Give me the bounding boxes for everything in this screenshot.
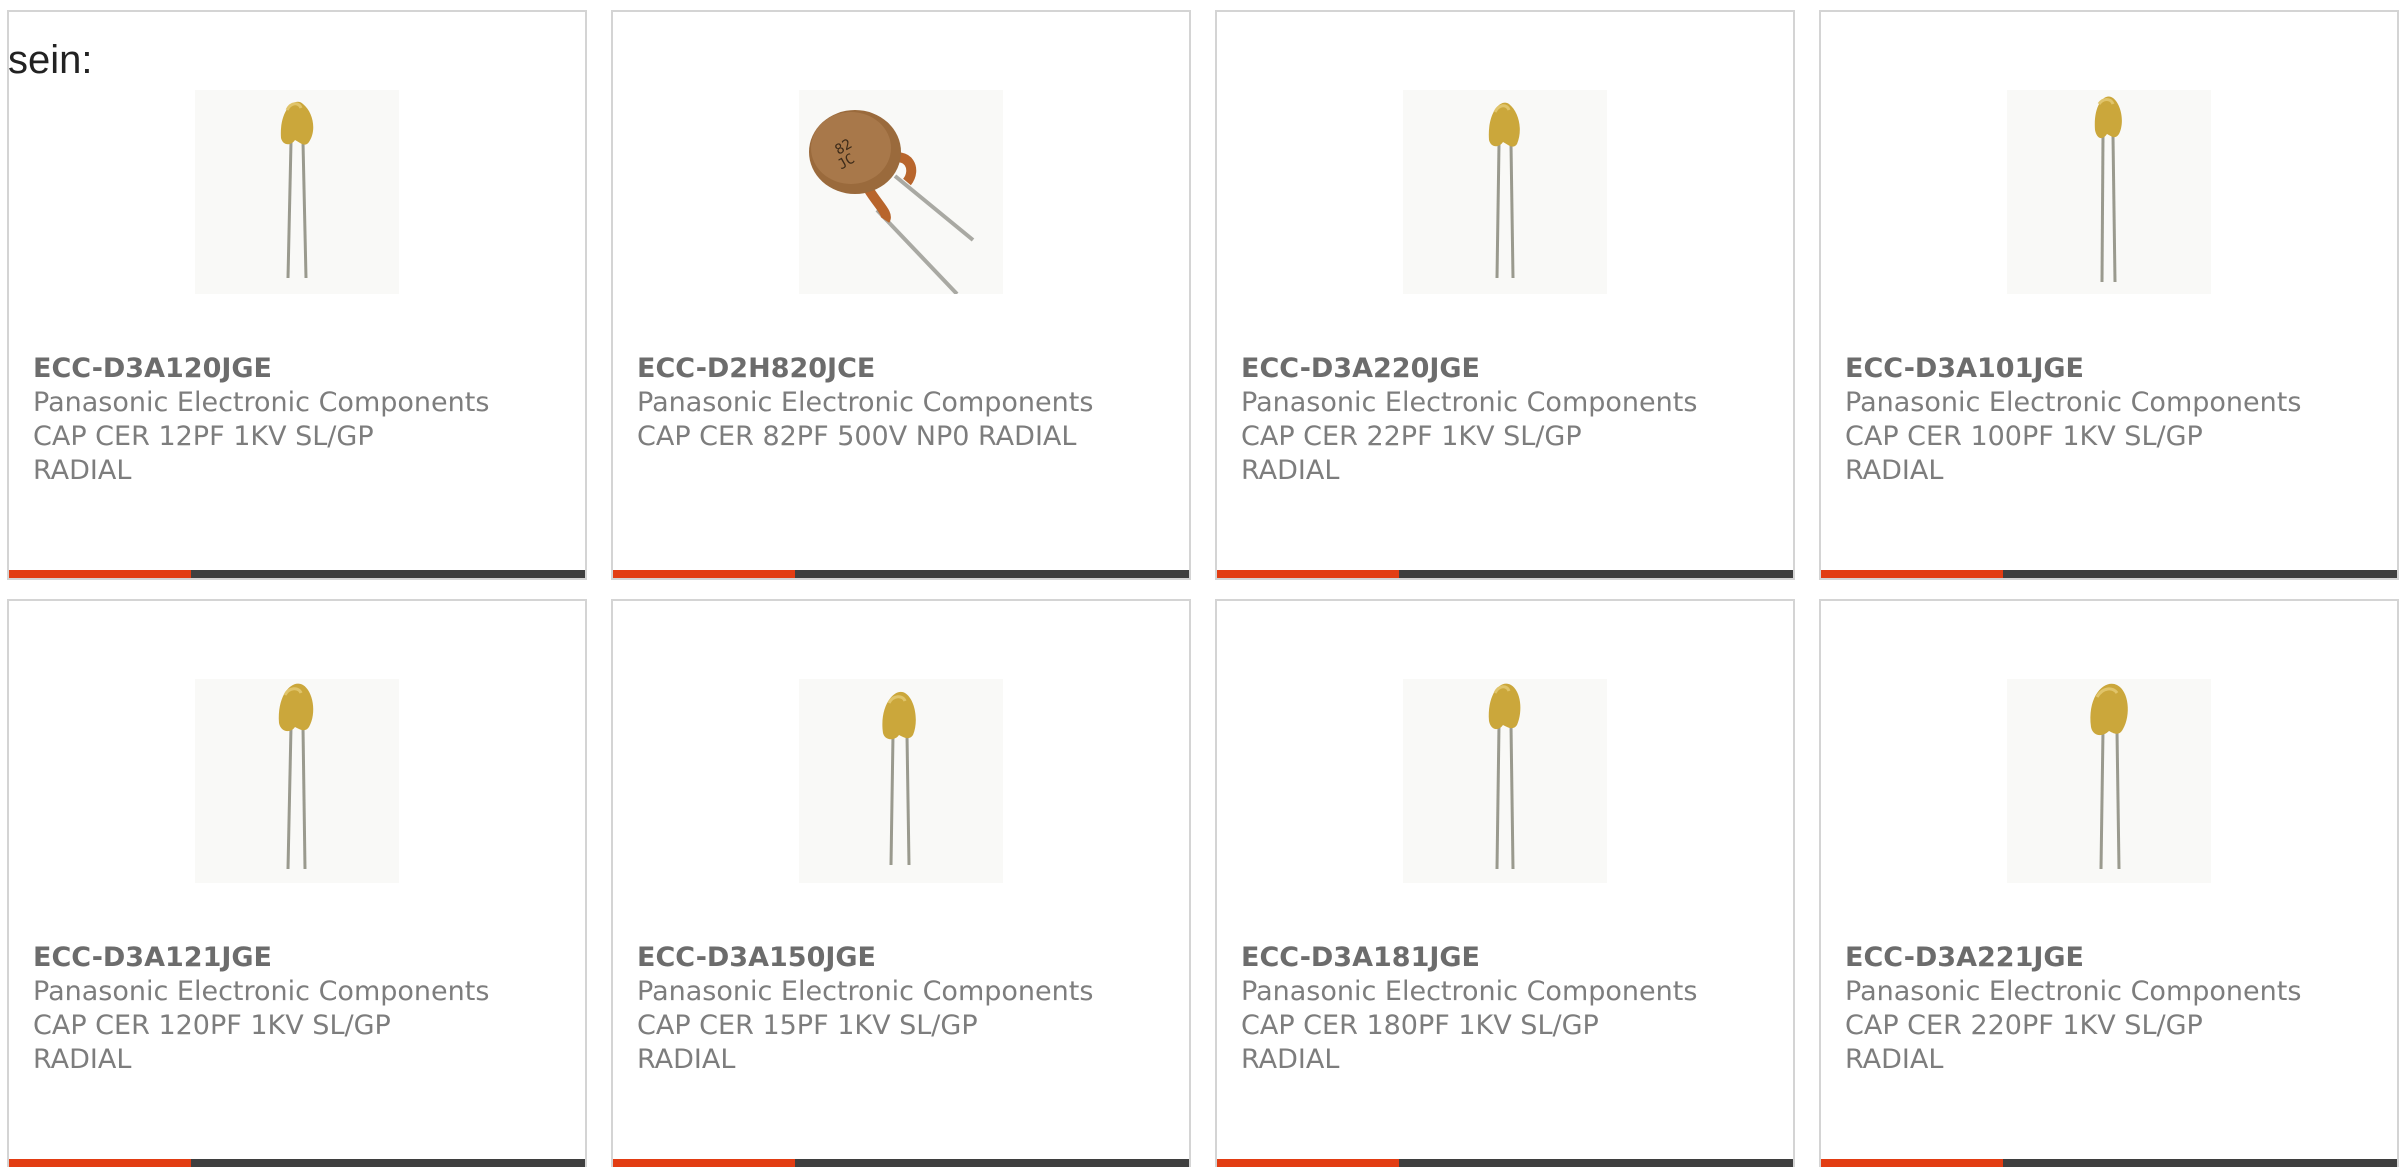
ceramic-capacitor-small-icon[interactable]: [195, 90, 399, 294]
part-number-link[interactable]: ECC-D3A121JGE: [33, 941, 565, 975]
description-line: CAP CER 15PF 1KV SL/GP: [637, 1010, 978, 1041]
card-bottom-bar: [613, 1159, 1189, 1167]
description-line: CAP CER 12PF 1KV SL/GP: [33, 421, 374, 452]
description-line: RADIAL: [33, 1044, 132, 1075]
product-info: ECC-D3A101JGE Panasonic Electronic Compo…: [1845, 352, 2377, 488]
product-info: ECC-D3A220JGE Panasonic Electronic Compo…: [1241, 352, 1773, 488]
card-bottom-bar: [1217, 1159, 1793, 1167]
manufacturer: Panasonic Electronic Components: [1241, 387, 1698, 418]
product-grid-page: sein: ECC-D3A120JGE Panasonic Electronic…: [0, 0, 2400, 1167]
card-accent-bar: [9, 1159, 191, 1167]
product-card[interactable]: ECC-D3A150JGE Panasonic Electronic Compo…: [611, 599, 1191, 1167]
part-number-link[interactable]: ECC-D3A220JGE: [1241, 352, 1773, 386]
description-line: CAP CER 180PF 1KV SL/GP: [1241, 1010, 1599, 1041]
description-line: RADIAL: [1241, 455, 1340, 486]
card-bottom-bar: [613, 570, 1189, 578]
product-card[interactable]: ECC-D3A101JGE Panasonic Electronic Compo…: [1819, 10, 2399, 580]
part-number-link[interactable]: ECC-D3A120JGE: [33, 352, 565, 386]
card-bottom-bar: [9, 1159, 585, 1167]
product-card[interactable]: ECC-D3A181JGE Panasonic Electronic Compo…: [1215, 599, 1795, 1167]
description-line: RADIAL: [1845, 1044, 1944, 1075]
description-line: RADIAL: [1845, 455, 1944, 486]
capacitor-image: [2094, 96, 2122, 283]
card-bottom-bar: [9, 570, 585, 578]
card-accent-bar: [1821, 1159, 2003, 1167]
description-line: RADIAL: [33, 455, 132, 486]
card-bottom-bar: [1217, 570, 1793, 578]
description-line: RADIAL: [1241, 1044, 1340, 1075]
card-accent-bar: [613, 570, 795, 578]
description-line: CAP CER 82PF 500V NP0 RADIAL: [637, 421, 1077, 452]
manufacturer: Panasonic Electronic Components: [637, 387, 1094, 418]
card-bottom-bar: [1821, 1159, 2397, 1167]
manufacturer: Panasonic Electronic Components: [33, 976, 490, 1007]
product-card[interactable]: ECC-D3A121JGE Panasonic Electronic Compo…: [7, 599, 587, 1167]
intro-text: sein:: [8, 38, 93, 82]
description-line: RADIAL: [637, 1044, 736, 1075]
capacitor-image: 82 JC: [809, 110, 975, 294]
capacitor-image: [278, 683, 314, 870]
ceramic-capacitor-small-icon[interactable]: [2007, 90, 2211, 294]
ceramic-capacitor-small-icon[interactable]: [195, 679, 399, 883]
ceramic-capacitor-small-icon[interactable]: [1403, 90, 1607, 294]
ceramic-capacitor-small-icon[interactable]: [1403, 679, 1607, 883]
part-number-link[interactable]: ECC-D3A150JGE: [637, 941, 1169, 975]
description-line: CAP CER 220PF 1KV SL/GP: [1845, 1010, 2203, 1041]
card-accent-bar: [1821, 570, 2003, 578]
product-card[interactable]: ECC-D3A221JGE Panasonic Electronic Compo…: [1819, 599, 2399, 1167]
manufacturer: Panasonic Electronic Components: [33, 387, 490, 418]
part-number-link[interactable]: ECC-D3A101JGE: [1845, 352, 2377, 386]
ceramic-capacitor-small-icon[interactable]: [2007, 679, 2211, 883]
capacitor-image: [882, 691, 916, 866]
manufacturer: Panasonic Electronic Components: [1845, 976, 2302, 1007]
capacitor-image: [1488, 683, 1521, 870]
capacitor-image: [280, 101, 314, 279]
description-line: CAP CER 100PF 1KV SL/GP: [1845, 421, 2203, 452]
manufacturer: Panasonic Electronic Components: [1241, 976, 1698, 1007]
capacitor-image: [2090, 683, 2128, 870]
description-line: CAP CER 120PF 1KV SL/GP: [33, 1010, 391, 1041]
capacitor-image: [1488, 102, 1520, 279]
product-info: ECC-D2H820JCE Panasonic Electronic Compo…: [637, 352, 1169, 454]
description-line: CAP CER 22PF 1KV SL/GP: [1241, 421, 1582, 452]
card-accent-bar: [9, 570, 191, 578]
product-card[interactable]: 82 JC ECC-D2H820JCE Panasonic Electronic…: [611, 10, 1191, 580]
ceramic-disc-capacitor-icon[interactable]: 82 JC: [799, 90, 1003, 294]
part-number-link[interactable]: ECC-D3A221JGE: [1845, 941, 2377, 975]
product-info: ECC-D3A181JGE Panasonic Electronic Compo…: [1241, 941, 1773, 1077]
product-info: ECC-D3A221JGE Panasonic Electronic Compo…: [1845, 941, 2377, 1077]
card-bottom-bar: [1821, 570, 2397, 578]
card-accent-bar: [1217, 570, 1399, 578]
product-card[interactable]: ECC-D3A120JGE Panasonic Electronic Compo…: [7, 10, 587, 580]
part-number-link[interactable]: ECC-D3A181JGE: [1241, 941, 1773, 975]
part-number-link[interactable]: ECC-D2H820JCE: [637, 352, 1169, 386]
product-card[interactable]: ECC-D3A220JGE Panasonic Electronic Compo…: [1215, 10, 1795, 580]
card-accent-bar: [1217, 1159, 1399, 1167]
manufacturer: Panasonic Electronic Components: [1845, 387, 2302, 418]
product-info: ECC-D3A120JGE Panasonic Electronic Compo…: [33, 352, 565, 488]
product-info: ECC-D3A121JGE Panasonic Electronic Compo…: [33, 941, 565, 1077]
manufacturer: Panasonic Electronic Components: [637, 976, 1094, 1007]
ceramic-capacitor-small-icon[interactable]: [799, 679, 1003, 883]
card-accent-bar: [613, 1159, 795, 1167]
product-info: ECC-D3A150JGE Panasonic Electronic Compo…: [637, 941, 1169, 1077]
